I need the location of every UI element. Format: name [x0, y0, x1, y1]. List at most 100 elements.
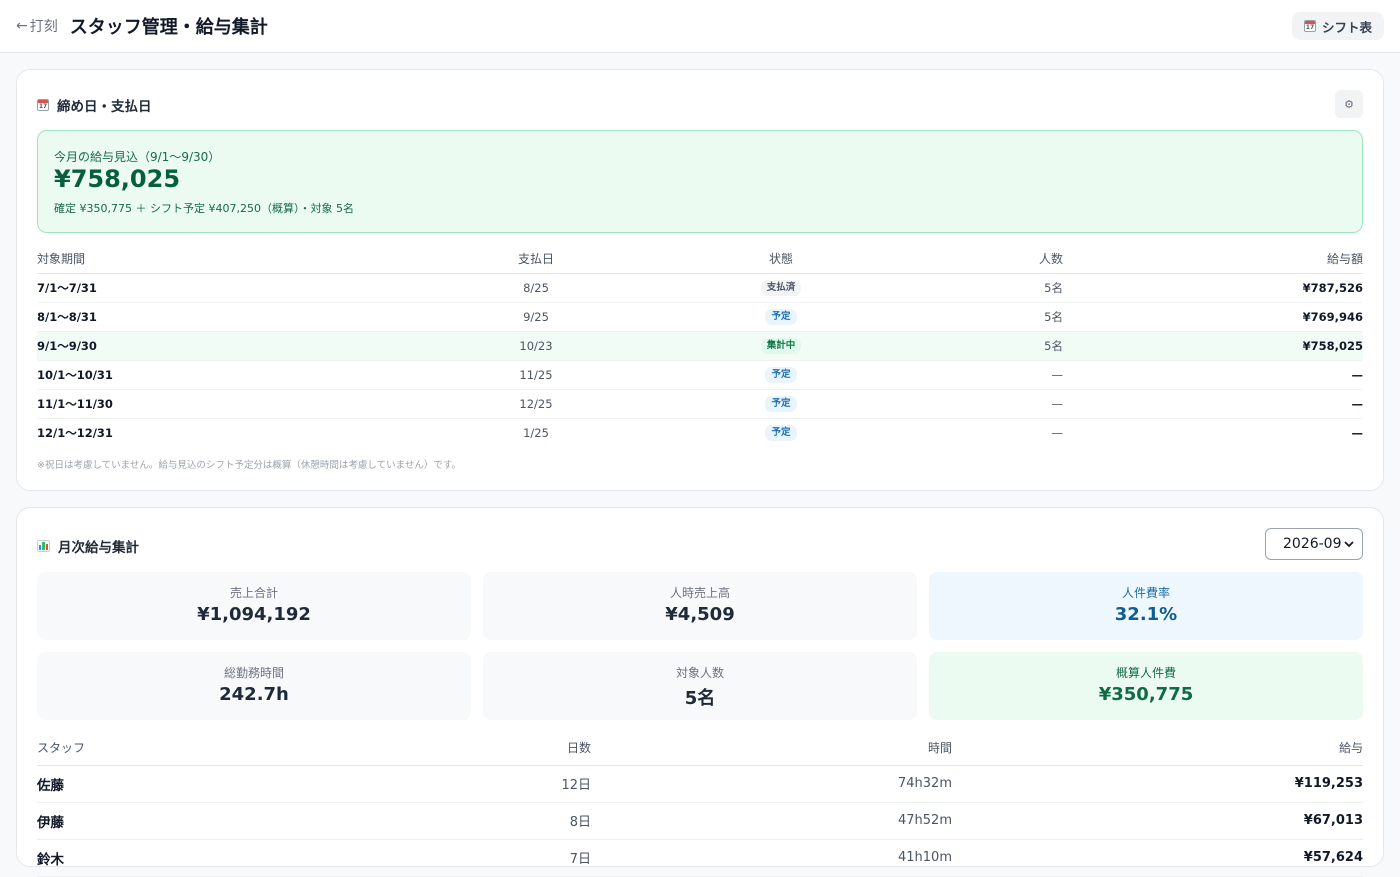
status-cell: 支払済: [725, 273, 837, 303]
column-header: 支払日: [347, 244, 725, 274]
table-row: 12/1〜12/31 1/25 予定 — —: [37, 418, 1363, 447]
column-header: 状態: [725, 244, 837, 274]
table-row: 7/1〜7/31 8/25 支払済 5名 ¥787,526: [37, 273, 1363, 303]
period-cell: 9/1〜9/30: [37, 331, 347, 361]
stat-tile: 対象人数 5名: [483, 652, 917, 720]
staff-table: スタッフ 日数 時間 給与 佐藤 12日 74h32m ¥119,253 伊藤 8日 47h…: [37, 730, 1363, 877]
column-header: 日数: [437, 730, 591, 766]
table-row[interactable]: 佐藤 12日 74h32m ¥119,253: [37, 765, 1363, 803]
status-badge: 支払済: [760, 280, 802, 296]
back-link[interactable]: ← 打刻: [16, 16, 58, 36]
forecast-detail: 確定 ¥350,775 ＋ シフト予定 ¥407,250（概算）・対象 5名: [54, 202, 354, 215]
table-header-row: 対象期間 支払日 状態 人数 給与額: [37, 244, 1363, 274]
pay-date-cell: 9/25: [347, 302, 725, 332]
days-cell: 7日: [437, 839, 591, 877]
calendar-icon: 17: [1303, 20, 1316, 32]
amount-cell: ¥787,526: [1063, 273, 1363, 303]
amount-cell: —: [1351, 425, 1364, 440]
count-cell: —: [837, 360, 1063, 390]
stat-label: 人件費率: [1121, 586, 1170, 600]
closing-card-header: 17 締め日・支払日: [37, 95, 152, 115]
stat-value: ¥350,775: [1098, 684, 1194, 705]
count-cell: —: [837, 389, 1063, 419]
status-badge: 予定: [765, 396, 797, 412]
status-badge: 予定: [765, 367, 797, 383]
status-badge: 予定: [765, 425, 797, 442]
summary-stats: 売上合計 ¥1,094,192 人時売上高 ¥4,509 人件費率 32.1% 総勤務時間 2…: [37, 572, 1363, 720]
days-cell: 12日: [437, 765, 591, 803]
back-arrow-icon: ←: [16, 18, 28, 34]
forecast-label: 今月の給与見込（9/1〜9/30）: [54, 150, 221, 164]
table-row: 8/1〜8/31 9/25 予定 5名 ¥769,946: [37, 302, 1363, 332]
column-header: 時間: [591, 730, 952, 766]
amount-cell: —: [1063, 389, 1363, 419]
stat-value: ¥1,094,192: [197, 604, 311, 625]
pay-date-cell: 11/25: [347, 360, 725, 390]
table-row: 11/1〜11/30 12/25 予定 — —: [37, 389, 1363, 419]
pay-date-cell: 1/25: [523, 425, 549, 440]
period-cell: 8/1〜8/31: [37, 302, 347, 332]
month-select[interactable]: 2026-09: [1265, 528, 1363, 560]
shift-button-label: シフト表: [1321, 19, 1372, 35]
staff-name-cell: 佐藤: [37, 765, 437, 803]
closing-card-title: 締め日・支払日: [57, 99, 152, 115]
closing-card: 17 締め日・支払日 ⚙ 今月の給与見込（9/1〜9/30） ¥758,025 …: [16, 69, 1384, 491]
table-row: 9/1〜9/30 10/23 集計中 5名 ¥758,025: [37, 331, 1363, 361]
stat-label: 人時売上高: [669, 586, 730, 600]
period-cell: 11/1〜11/30: [37, 389, 347, 419]
pay-cell: ¥57,624: [952, 839, 1363, 877]
pay-date-cell: 10/23: [347, 331, 725, 361]
shift-table-button[interactable]: 17 シフト表: [1291, 12, 1384, 40]
period-cell: 10/1〜10/31: [37, 360, 347, 390]
calendar-icon: 17: [37, 99, 49, 111]
column-header: スタッフ: [37, 730, 437, 766]
table-row: 10/1〜10/31 11/25 予定 — —: [37, 360, 1363, 390]
monthly-payroll-card: 月次給与集計 2026-09 売上合計 ¥1,094,192 人時売上高 ¥4,509…: [16, 507, 1384, 877]
footnote: ※祝日は考慮していません。給与見込のシフト予定分は概算（休憩時間は考慮していませ…: [37, 460, 461, 471]
settings-button[interactable]: ⚙: [1335, 90, 1363, 118]
stat-tile: 人件費率 32.1%: [929, 572, 1363, 640]
amount-cell: ¥769,946: [1063, 302, 1363, 332]
gear-icon: ⚙: [1344, 97, 1354, 111]
monthly-card-title: 月次給与集計: [58, 540, 139, 556]
stat-value: ¥4,509: [665, 604, 735, 625]
amount-cell: ¥758,025: [1063, 331, 1363, 361]
days-cell: 8日: [437, 802, 591, 840]
status-cell: 集計中: [725, 331, 837, 361]
stat-tile: 概算人件費 ¥350,775: [929, 652, 1363, 720]
stat-label: 売上合計: [229, 586, 278, 600]
staff-name-cell: 鈴木: [37, 839, 437, 877]
period-cell: 7/1〜7/31: [37, 273, 347, 303]
hours-cell: 41h10m: [591, 839, 952, 877]
column-header: 対象期間: [37, 244, 347, 274]
count-cell: 5名: [837, 302, 1063, 332]
stat-label: 概算人件費: [1115, 666, 1176, 680]
pay-date-cell: 12/25: [347, 389, 725, 419]
payroll-forecast-box: 今月の給与見込（9/1〜9/30） ¥758,025 確定 ¥350,775 ＋…: [37, 130, 1363, 233]
period-cell: 12/1〜12/31: [37, 425, 113, 440]
forecast-amount: ¥758,025: [54, 165, 181, 193]
stat-value: 32.1%: [1114, 604, 1178, 625]
status-badge: 予定: [765, 309, 797, 325]
stat-tile: 売上合計 ¥1,094,192: [37, 572, 471, 640]
pay-period-table: 対象期間 支払日 状態 人数 給与額 7/1〜7/31 8/25 支払済 5名 ¥787…: [37, 244, 1363, 447]
pay-cell: ¥119,253: [952, 765, 1363, 803]
month-select-value: 2026-09: [1283, 536, 1342, 552]
status-cell: 予定: [725, 389, 837, 419]
amount-cell: —: [1063, 360, 1363, 390]
back-label: 打刻: [29, 19, 58, 35]
count-cell: 5名: [837, 273, 1063, 303]
staff-name-cell: 伊藤: [37, 802, 437, 840]
table-header-row: スタッフ 日数 時間 給与: [37, 730, 1363, 766]
stat-tile: 人時売上高 ¥4,509: [483, 572, 917, 640]
stat-value: 5名: [684, 688, 716, 709]
stat-label: 総勤務時間: [223, 666, 284, 680]
hours-cell: 74h32m: [591, 765, 952, 803]
table-row[interactable]: 鈴木 7日 41h10m ¥57,624: [37, 839, 1363, 877]
status-cell: 予定: [725, 418, 837, 447]
chevron-down-icon: [1344, 540, 1354, 547]
table-row[interactable]: 伊藤 8日 47h52m ¥67,013: [37, 802, 1363, 840]
pay-cell: ¥67,013: [952, 802, 1363, 840]
column-header: 給与: [952, 730, 1363, 766]
stat-value: 242.7h: [219, 684, 289, 705]
